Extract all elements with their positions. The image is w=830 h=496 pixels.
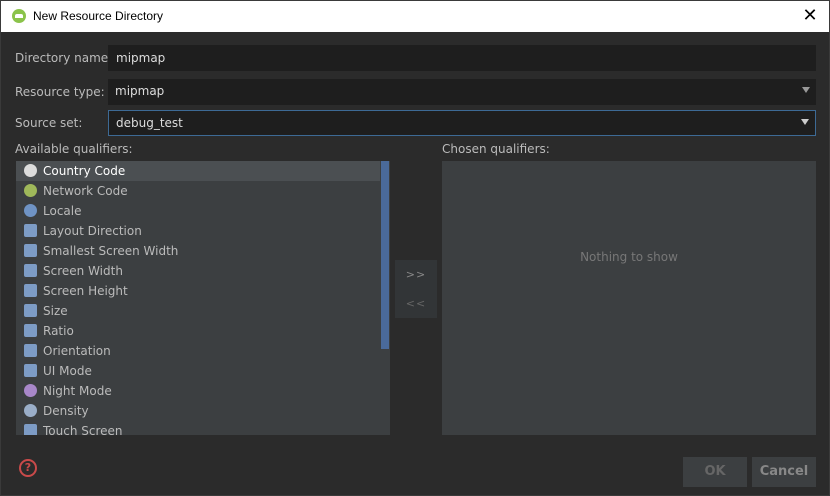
- screen-height-icon: [24, 284, 37, 297]
- add-qualifier-button[interactable]: >>: [395, 260, 437, 289]
- list-item-label: Screen Height: [43, 284, 128, 298]
- chevron-down-icon: [801, 119, 809, 125]
- touch-screen-icon: [24, 424, 37, 435]
- window-title: New Resource Directory: [33, 9, 164, 23]
- list-item-label: Network Code: [43, 184, 128, 198]
- smallest-width-icon: [24, 244, 37, 257]
- directory-name-label: Directory name:: [15, 51, 113, 65]
- list-item-label: Smallest Screen Width: [43, 244, 179, 258]
- list-item[interactable]: Touch Screen: [16, 421, 390, 435]
- list-item-label: Size: [43, 304, 68, 318]
- size-icon: [24, 304, 37, 317]
- layout-direction-icon: [24, 224, 37, 237]
- list-item-label: UI Mode: [43, 364, 92, 378]
- android-studio-icon: [12, 9, 26, 23]
- list-item-label: Layout Direction: [43, 224, 142, 238]
- list-item[interactable]: Orientation: [16, 341, 390, 361]
- cancel-button[interactable]: Cancel: [752, 457, 816, 487]
- list-item[interactable]: Density: [16, 401, 390, 421]
- list-item-label: Screen Width: [43, 264, 123, 278]
- chosen-qualifiers-label: Chosen qualifiers:: [442, 142, 550, 156]
- night-mode-icon: [24, 384, 37, 397]
- list-item-label: Orientation: [43, 344, 111, 358]
- help-icon[interactable]: ?: [19, 459, 37, 477]
- list-item[interactable]: Country Code: [16, 161, 390, 181]
- scrollbar-thumb[interactable]: [381, 161, 389, 349]
- available-qualifiers-label: Available qualifiers:: [15, 142, 133, 156]
- list-item[interactable]: Ratio: [16, 321, 390, 341]
- directory-name-input[interactable]: mipmap: [108, 45, 816, 71]
- transfer-buttons: >> <<: [395, 260, 437, 318]
- source-set-select[interactable]: debug_test: [108, 110, 816, 136]
- list-item[interactable]: Network Code: [16, 181, 390, 201]
- source-set-label: Source set:: [15, 116, 83, 130]
- available-qualifiers-list[interactable]: Country Code Network Code Locale Layout …: [16, 161, 390, 435]
- chosen-qualifiers-list[interactable]: Nothing to show: [442, 161, 816, 435]
- list-item[interactable]: Smallest Screen Width: [16, 241, 390, 261]
- list-item[interactable]: Size: [16, 301, 390, 321]
- orientation-icon: [24, 344, 37, 357]
- list-item[interactable]: Screen Width: [16, 261, 390, 281]
- list-item[interactable]: UI Mode: [16, 361, 390, 381]
- ratio-icon: [24, 324, 37, 337]
- list-item-label: Night Mode: [43, 384, 112, 398]
- list-item-label: Locale: [43, 204, 82, 218]
- globe-flag-icon: [24, 164, 37, 177]
- empty-list-text: Nothing to show: [580, 250, 678, 264]
- list-item[interactable]: Locale: [16, 201, 390, 221]
- density-icon: [24, 404, 37, 417]
- resource-type-select[interactable]: mipmap: [108, 79, 816, 105]
- globe-icon: [24, 204, 37, 217]
- resource-type-label: Resource type:: [15, 85, 105, 99]
- list-item-label: Density: [43, 404, 89, 418]
- title-bar: New Resource Directory ✕: [1, 1, 829, 32]
- resource-type-value: mipmap: [115, 84, 165, 98]
- ui-mode-icon: [24, 364, 37, 377]
- network-icon: [24, 184, 37, 197]
- list-item-label: Ratio: [43, 324, 74, 338]
- list-item[interactable]: Layout Direction: [16, 221, 390, 241]
- source-set-value: debug_test: [116, 116, 183, 130]
- remove-qualifier-button[interactable]: <<: [395, 289, 437, 318]
- list-item-label: Country Code: [43, 164, 126, 178]
- ok-button[interactable]: OK: [683, 457, 747, 487]
- list-item[interactable]: Screen Height: [16, 281, 390, 301]
- chevron-down-icon: [802, 87, 810, 93]
- list-item-label: Touch Screen: [43, 424, 123, 435]
- close-icon[interactable]: ✕: [799, 5, 821, 27]
- screen-width-icon: [24, 264, 37, 277]
- available-list-scrollbar[interactable]: [380, 161, 390, 435]
- list-item[interactable]: Night Mode: [16, 381, 390, 401]
- dialog-window: New Resource Directory ✕ Directory name:…: [0, 0, 830, 496]
